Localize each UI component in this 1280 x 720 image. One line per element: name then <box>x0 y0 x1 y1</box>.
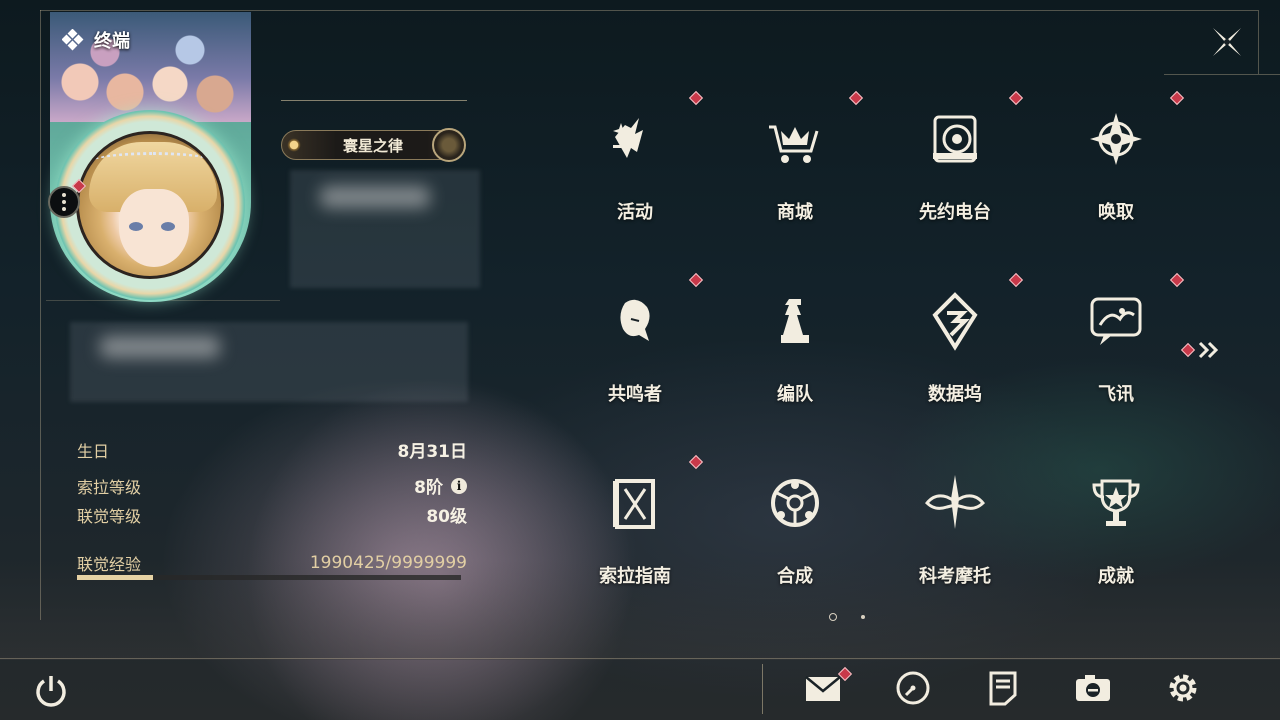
radio-icon <box>933 115 977 163</box>
power-icon[interactable] <box>32 672 70 710</box>
sola-level-value: 8阶 i <box>414 473 467 498</box>
info-icon[interactable]: i <box>451 477 467 494</box>
settings-gear-icon[interactable] <box>1163 668 1203 708</box>
menu-guide-label: 索拉指南 <box>599 566 671 587</box>
blurred-signature-area <box>70 322 468 402</box>
synthesis-icon <box>771 479 819 527</box>
menu-data-dock-badge <box>1008 272 1024 288</box>
terminal-title: 终端 <box>94 31 130 52</box>
menu-summon-label: 唤取 <box>1098 202 1134 223</box>
bottom-divider <box>0 658 1280 659</box>
menu-achievements-label: 成就 <box>1098 566 1134 587</box>
events-icon <box>613 118 643 158</box>
blurred-signature <box>100 336 220 358</box>
menu-synthesis[interactable]: 合成 <box>715 459 875 629</box>
guide-book-icon <box>613 479 655 529</box>
menu-guide-badge <box>688 454 704 470</box>
camera-icon[interactable] <box>1073 668 1113 708</box>
terminal-diamond-icon <box>62 29 84 51</box>
birthday-label: 生日 <box>77 441 110 461</box>
sola-level-row: 索拉等级 8阶 i <box>77 473 467 498</box>
motorcycle-icon <box>924 475 986 529</box>
menu-data-dock[interactable]: 数据坞 <box>875 272 1035 447</box>
menu-resonators-label: 共鸣者 <box>608 384 662 405</box>
menu-events[interactable]: 活动 <box>555 90 715 265</box>
menu-motorcycle-label: 科考摩托 <box>919 566 991 587</box>
close-icon[interactable] <box>1207 22 1247 62</box>
menu-events-label: 活动 <box>617 202 653 223</box>
menu-resonators[interactable]: 共鸣者 <box>555 272 715 447</box>
page-indicator-1[interactable] <box>829 613 837 621</box>
menu-shop-badge <box>848 90 864 106</box>
shop-crown-cart-icon <box>769 125 819 163</box>
menu-summon-badge <box>1169 90 1185 106</box>
sola-level-label: 索拉等级 <box>77 477 142 497</box>
dock-divider <box>762 664 763 714</box>
title-divider <box>281 100 467 101</box>
menu-messenger-label: 飞讯 <box>1098 384 1134 405</box>
avatar-more-button[interactable] <box>48 186 80 218</box>
menu-messenger-badge <box>1169 272 1185 288</box>
menu-data-dock-label: 数据坞 <box>928 384 982 405</box>
menu-radio-badge <box>1008 90 1024 106</box>
birthday-value: 8月31日 <box>397 442 468 462</box>
page-indicator-2[interactable] <box>861 615 865 619</box>
menu-radio-label: 先约电台 <box>919 202 991 223</box>
menu-synthesis-label: 合成 <box>777 566 813 587</box>
menu-summon[interactable]: 唤取 <box>1036 90 1196 265</box>
union-exp-progress-fill <box>77 575 154 580</box>
union-level-label: 联觉等级 <box>77 506 142 526</box>
double-chevron-right-icon <box>1198 341 1219 359</box>
union-level-row: 联觉等级 80级 <box>77 502 467 528</box>
menu-team[interactable]: 编队 <box>715 277 875 447</box>
next-page-badge <box>1180 342 1196 358</box>
union-exp-label: 联觉经验 <box>77 555 142 574</box>
title-badge[interactable]: 寰星之律 <box>281 128 466 162</box>
menu-resonators-badge <box>688 272 704 288</box>
clock-icon[interactable] <box>893 668 933 708</box>
union-level-value: 80级 <box>426 507 467 527</box>
messenger-icon <box>1090 297 1142 345</box>
next-page-button[interactable] <box>1180 340 1221 360</box>
menu-team-label: 编队 <box>777 384 813 405</box>
blurred-name <box>320 186 430 208</box>
menu-motorcycle[interactable]: 科考摩托 <box>875 459 1035 629</box>
union-exp-row: 联觉经验 1990425/9999999 <box>77 551 467 575</box>
menu-messenger[interactable]: 飞讯 <box>1036 272 1196 447</box>
menu-radio[interactable]: 先约电台 <box>875 90 1035 265</box>
sun-icon <box>286 137 302 153</box>
resonator-head-icon <box>620 299 650 341</box>
union-exp-value: 1990425/9999999 <box>309 553 467 573</box>
badge-orb-icon <box>432 128 466 162</box>
union-exp-progress <box>77 575 461 580</box>
team-chess-icon <box>781 299 809 343</box>
title-badge-label: 寰星之律 <box>342 136 403 155</box>
menu-achievements[interactable]: 成就 <box>1036 459 1196 629</box>
avatar[interactable] <box>76 131 224 279</box>
menu-shop-label: 商城 <box>777 202 813 223</box>
terminal-header: 终端 <box>62 27 130 53</box>
birthday-row: 生日 8月31日 <box>77 437 468 463</box>
menu-guide[interactable]: 索拉指南 <box>555 454 715 629</box>
data-dock-icon <box>932 292 978 351</box>
trophy-icon <box>1092 479 1140 526</box>
summon-compass-icon <box>1090 113 1142 165</box>
notes-icon[interactable] <box>983 668 1023 708</box>
menu-shop[interactable]: 商城 <box>715 90 875 265</box>
menu-events-badge <box>688 90 704 106</box>
